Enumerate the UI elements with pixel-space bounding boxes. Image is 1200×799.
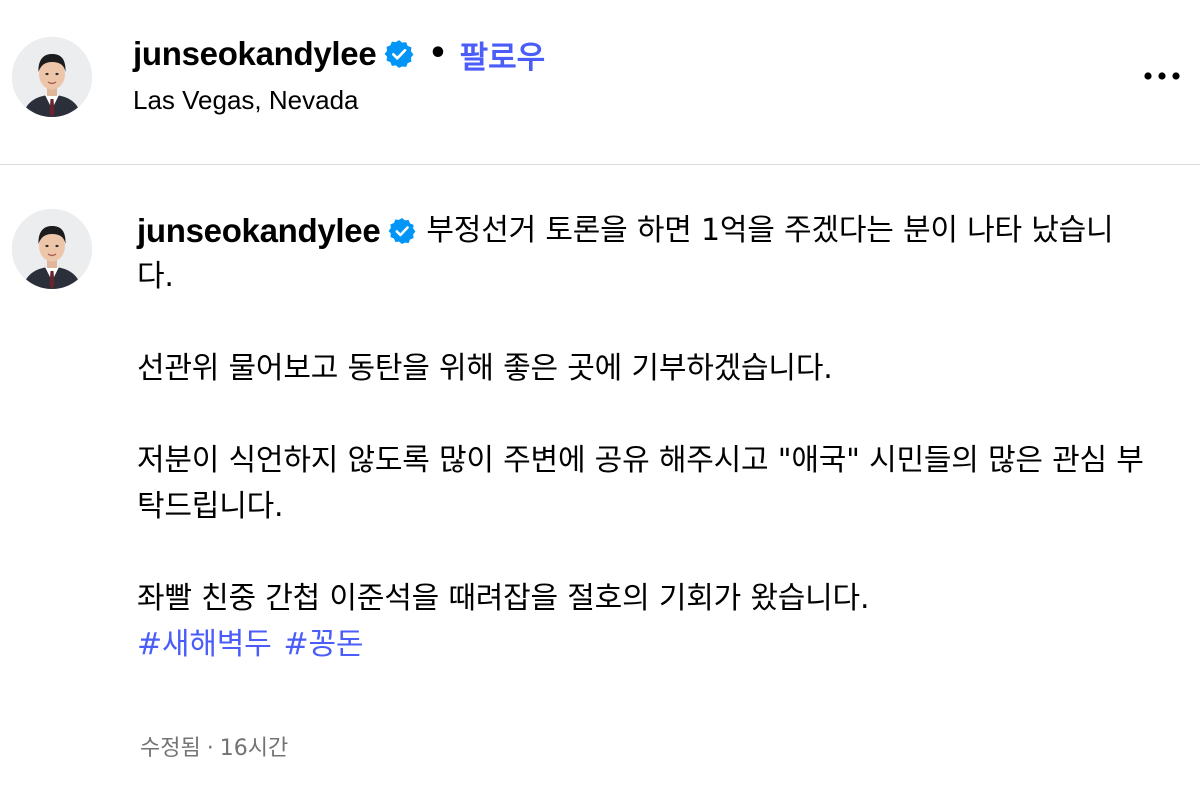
caption-paragraph: 선관위 물어보고 동탄을 위해 좋은 곳에 기부하겠습니다. (137, 351, 833, 386)
caption-text: junseokandylee 부정선거 토론을 하면 1억을 주겠다는 분이 나… (137, 208, 1147, 668)
caption-paragraph: 저분이 식언하지 않도록 많이 주변에 공유 해주시고 "애국" 시민들의 많은… (137, 443, 1144, 524)
caption-first-paragraph: junseokandylee 부정선거 토론을 하면 1억을 주겠다는 분이 나… (137, 208, 1147, 300)
header-divider (0, 164, 1200, 165)
edited-label: 수정됨 (140, 736, 201, 761)
hashtag-link[interactable]: #꽁돈 (284, 627, 364, 662)
author-username[interactable]: junseokandylee (133, 35, 377, 73)
caption-author-avatar[interactable] (12, 209, 92, 289)
post-meta: 수정됨 · 16시간 (140, 730, 288, 762)
header-title-row: junseokandylee • 팔로우 (133, 30, 545, 78)
more-options-button[interactable] (1136, 56, 1188, 96)
verified-badge-icon (384, 39, 414, 69)
author-avatar[interactable] (12, 37, 92, 117)
caption-username[interactable]: junseokandylee (137, 208, 381, 254)
caption-paragraph: 좌빨 친중 간첩 이준석을 때려잡을 절호의 기회가 왔습니다. (137, 581, 870, 616)
hashtag-list: #새해벽두 #꽁돈 (137, 622, 1147, 668)
follow-button[interactable]: 팔로우 (460, 32, 546, 77)
hashtag-link[interactable]: #새해벽두 (137, 627, 272, 662)
profile-photo-icon (12, 209, 92, 289)
post-location[interactable]: Las Vegas, Nevada (133, 85, 359, 116)
verified-badge-icon (388, 217, 416, 245)
post-header: junseokandylee • 팔로우 Las Vegas, Nevada (0, 0, 1200, 164)
profile-photo-icon (12, 37, 92, 117)
post-timestamp[interactable]: 16시간 (220, 736, 288, 761)
more-options-icon (1144, 72, 1180, 80)
meta-separator: · (206, 736, 214, 761)
caption-author: junseokandylee (137, 208, 426, 254)
header-separator: • (428, 36, 448, 71)
